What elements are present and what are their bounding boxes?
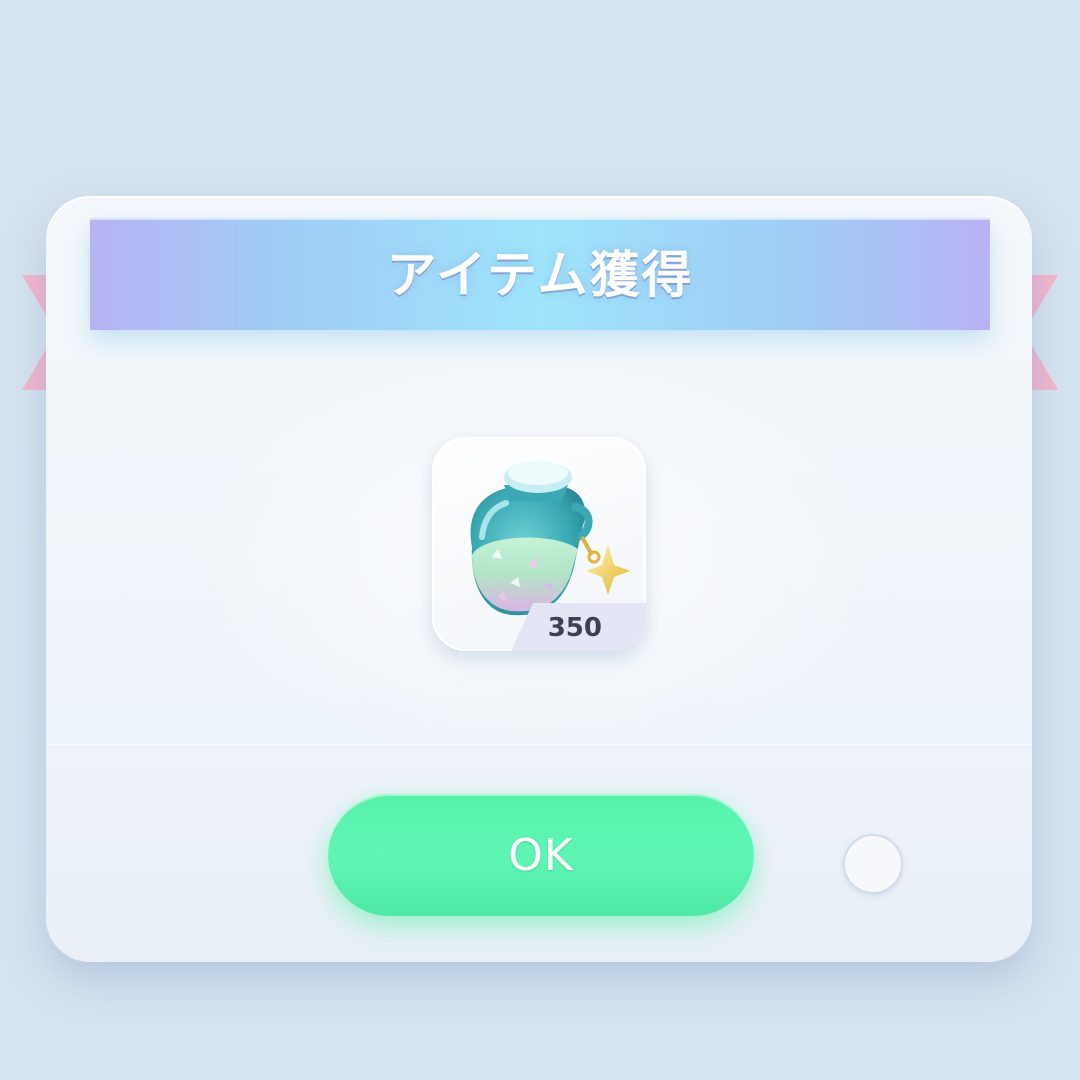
screen: アイテム獲得 350 OK — [0, 0, 1080, 1080]
item-count: 350 — [547, 613, 602, 643]
title-ribbon: アイテム獲得 — [90, 218, 990, 330]
ok-button-label: OK — [508, 829, 574, 881]
circle-button[interactable] — [843, 834, 903, 894]
item-card[interactable]: 350 — [432, 437, 646, 651]
dialog-title: アイテム獲得 — [386, 246, 694, 304]
ok-button[interactable]: OK — [328, 794, 754, 916]
